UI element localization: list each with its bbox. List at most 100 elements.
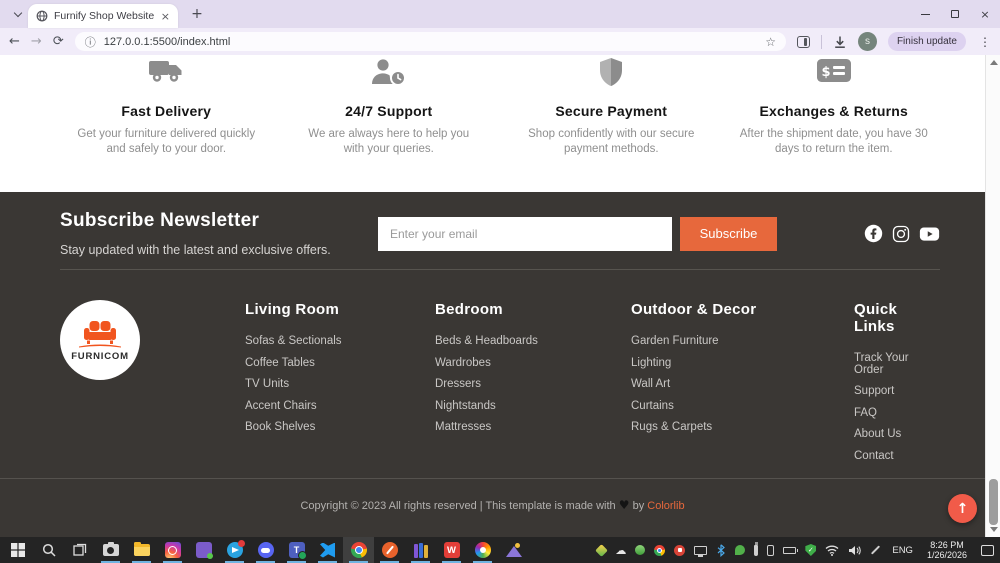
- footer-link[interactable]: Nightstands: [435, 400, 631, 413]
- language-indicator[interactable]: ENG: [892, 545, 913, 556]
- back-icon[interactable]: ←: [9, 34, 20, 49]
- footer-link[interactable]: Track Your Order: [854, 352, 940, 376]
- chrome-tray-icon[interactable]: [654, 544, 666, 556]
- phone-tray-icon[interactable]: [767, 544, 775, 556]
- telegram-icon: [226, 540, 245, 558]
- gallery-icon: [505, 542, 522, 558]
- youtube-icon[interactable]: [919, 226, 940, 242]
- footer-link[interactable]: Garden Furniture: [631, 335, 854, 348]
- browser-tab[interactable]: Furnify Shop Website ×: [28, 4, 178, 28]
- column-heading: Outdoor & Decor: [631, 301, 757, 318]
- taskbar-app-photos[interactable]: [467, 537, 498, 563]
- refresh-icon[interactable]: ⟳: [53, 34, 64, 49]
- site-info-icon[interactable]: ⓘ: [85, 34, 96, 50]
- scrollbar-down-arrow-icon[interactable]: [990, 527, 998, 532]
- monitor-tray-icon[interactable]: [694, 545, 708, 557]
- taskbar-app-vscode[interactable]: [312, 537, 343, 563]
- diamond-tray-icon[interactable]: [595, 543, 609, 557]
- scroll-to-top-button[interactable]: ↑: [948, 494, 977, 523]
- bookmark-star-icon[interactable]: ☆: [765, 35, 776, 49]
- taskbar-clock[interactable]: 8:26 PM 1/26/2026: [927, 540, 967, 561]
- wps-office-icon: W: [443, 542, 460, 558]
- taskbar-app-teams[interactable]: T: [281, 537, 312, 563]
- footer-link[interactable]: Wardrobes: [435, 357, 631, 370]
- footer-link[interactable]: Curtains: [631, 400, 854, 413]
- shield-icon: [500, 57, 723, 91]
- footer-link[interactable]: Beds & Headboards: [435, 335, 631, 348]
- feature-title: Secure Payment: [555, 103, 668, 119]
- footer-link[interactable]: Support: [854, 385, 940, 398]
- taskbar-app-wps[interactable]: W: [436, 537, 467, 563]
- tab-close-icon[interactable]: ×: [161, 10, 170, 23]
- footer-link[interactable]: Accent Chairs: [245, 400, 435, 413]
- wifi-icon[interactable]: [825, 545, 839, 556]
- footer-link[interactable]: TV Units: [245, 378, 435, 391]
- record-tray-icon[interactable]: [674, 544, 686, 556]
- footer-column-outdoor-decor: Outdoor & Decor Garden Furniture Lightin…: [631, 296, 854, 472]
- new-tab-button[interactable]: +: [186, 4, 208, 24]
- download-icon[interactable]: [833, 35, 847, 49]
- footer-link[interactable]: Lighting: [631, 357, 854, 370]
- subscribe-button[interactable]: Subscribe: [680, 216, 777, 251]
- finish-update-button[interactable]: Finish update: [887, 32, 966, 51]
- usb-tray-icon[interactable]: [754, 541, 759, 556]
- taskbar-app-camera[interactable]: [95, 537, 126, 563]
- instagram-icon[interactable]: [892, 225, 910, 243]
- colorlib-link[interactable]: Colorlib: [647, 500, 684, 512]
- page-scrollbar[interactable]: [985, 55, 1000, 537]
- security-shield-icon[interactable]: ✓: [805, 544, 817, 556]
- taskbar-app-discord[interactable]: [250, 537, 281, 563]
- taskbar-app-instagram[interactable]: [157, 537, 188, 563]
- notification-center-icon[interactable]: [981, 544, 994, 556]
- features-section: Fast Delivery Get your furniture deliver…: [0, 55, 1000, 192]
- bluetooth-icon[interactable]: [716, 543, 726, 557]
- side-panel-icon[interactable]: [796, 35, 810, 48]
- taskbar-date: 1/26/2026: [926, 550, 967, 560]
- taskbar-app-gallery[interactable]: [498, 537, 529, 563]
- photos-icon: [474, 542, 491, 558]
- scrollbar-thumb[interactable]: [989, 479, 998, 525]
- footer-link[interactable]: Rugs & Carpets: [631, 421, 854, 434]
- scrollbar-up-arrow-icon[interactable]: [990, 60, 998, 65]
- feature-title: Fast Delivery: [121, 103, 212, 119]
- address-bar[interactable]: ⓘ 127.0.0.1:5500/index.html ☆: [74, 32, 786, 51]
- maximize-button[interactable]: [940, 0, 970, 28]
- minimize-button[interactable]: [910, 0, 940, 28]
- taskbar-app-file-explorer[interactable]: [126, 537, 157, 563]
- footer-link[interactable]: Book Shelves: [245, 421, 435, 434]
- footer-link[interactable]: Wall Art: [631, 378, 854, 391]
- furnicom-logo[interactable]: FURNICOM: [60, 300, 140, 380]
- leaf-tray-icon[interactable]: [735, 545, 746, 555]
- footer-link[interactable]: Coffee Tables: [245, 357, 435, 370]
- taskbar-app-pen[interactable]: [374, 537, 405, 563]
- taskbar-app-purple[interactable]: [188, 537, 219, 563]
- footer-link[interactable]: Contact: [854, 450, 940, 463]
- start-button[interactable]: [2, 537, 33, 563]
- tab-search-button[interactable]: [9, 5, 27, 23]
- facebook-icon[interactable]: [864, 224, 883, 243]
- footer-link[interactable]: FAQ: [854, 407, 940, 420]
- footer-link[interactable]: About Us: [854, 428, 940, 441]
- taskbar-search-button[interactable]: [33, 537, 64, 563]
- sprout-tray-icon[interactable]: [635, 545, 646, 555]
- email-input[interactable]: [378, 216, 672, 251]
- forward-icon[interactable]: →: [31, 34, 42, 49]
- file-explorer-icon: [133, 542, 150, 556]
- battery-icon[interactable]: [783, 546, 799, 554]
- site-footer: Subscribe Newsletter Stay updated with t…: [0, 192, 985, 537]
- cloud-tray-icon[interactable]: ☁: [615, 545, 626, 556]
- task-view-button[interactable]: [64, 537, 95, 563]
- taskbar-app-chrome[interactable]: [343, 537, 374, 563]
- profile-avatar[interactable]: s: [857, 32, 877, 51]
- footer-link[interactable]: Mattresses: [435, 421, 631, 434]
- volume-icon[interactable]: [848, 545, 862, 556]
- taskbar-app-telegram[interactable]: [219, 537, 250, 563]
- footer-link[interactable]: Sofas & Sectionals: [245, 335, 435, 348]
- footer-column-quick-links: Quick Links Track Your Order Support FAQ…: [854, 296, 940, 472]
- pen-tray-icon[interactable]: [871, 545, 881, 555]
- close-window-button[interactable]: ×: [970, 0, 1000, 28]
- browser-menu-icon[interactable]: ⋮: [979, 35, 991, 49]
- footer-link[interactable]: Dressers: [435, 378, 631, 391]
- taskbar-app-winrar[interactable]: [405, 537, 436, 563]
- window-controls: ×: [910, 0, 1000, 28]
